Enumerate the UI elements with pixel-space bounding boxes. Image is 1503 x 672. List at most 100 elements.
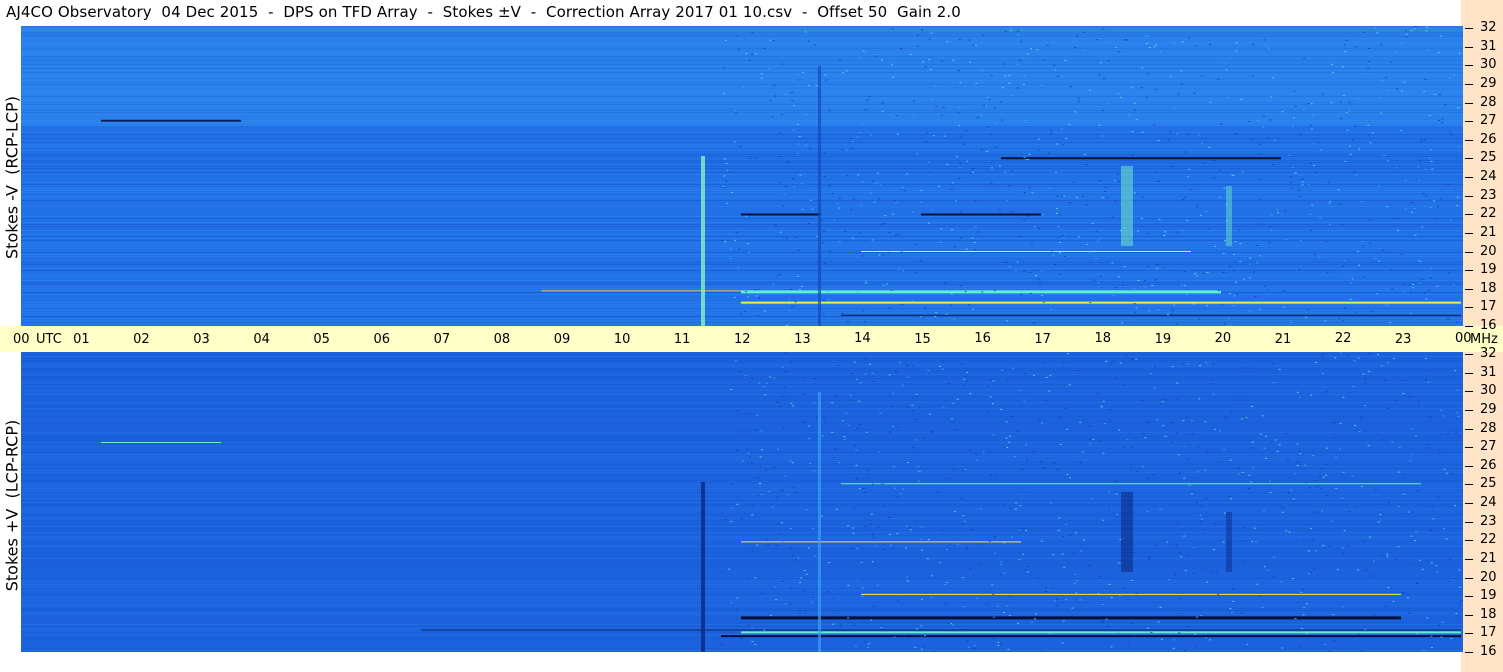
noise-speck — [1250, 405, 1253, 407]
noise-speck — [1042, 466, 1045, 468]
noise-speck — [1025, 529, 1028, 531]
noise-speck — [1054, 527, 1057, 529]
vertical-burst — [1226, 186, 1232, 246]
noise-speck — [1040, 422, 1043, 424]
noise-speck — [852, 198, 855, 200]
noise-speck — [1290, 489, 1293, 491]
noise-speck — [1048, 188, 1051, 190]
noise-speck — [1208, 228, 1211, 230]
spectrogram-band — [21, 182, 1463, 183]
noise-speck — [1332, 614, 1335, 616]
noise-speck — [1144, 437, 1147, 439]
noise-speck — [866, 474, 869, 476]
spectrogram-band — [21, 530, 1463, 531]
noise-speck — [824, 263, 827, 265]
noise-speck — [1036, 49, 1039, 51]
noise-speck — [1390, 269, 1393, 271]
noise-speck — [920, 526, 923, 528]
noise-speck — [1161, 425, 1164, 427]
y-tick-mark — [1465, 83, 1473, 85]
y-tick-mark — [1465, 214, 1473, 216]
noise-speck — [1180, 70, 1183, 72]
noise-speck — [1159, 51, 1162, 53]
noise-speck — [1088, 251, 1091, 253]
noise-speck — [1364, 382, 1367, 384]
noise-speck — [776, 274, 779, 276]
noise-speck — [980, 69, 983, 71]
noise-speck — [1169, 76, 1172, 78]
x-tick-label: 10 — [613, 332, 631, 347]
noise-speck — [1329, 545, 1332, 547]
spectrogram-band — [21, 472, 1463, 473]
spectrogram-band — [21, 612, 1463, 613]
noise-speck — [1212, 364, 1215, 366]
spectrogram-band — [21, 578, 1463, 579]
vertical-burst — [701, 156, 705, 326]
spectrogram-band — [21, 234, 1463, 235]
noise-speck — [1201, 142, 1204, 144]
y-tick-mark — [1465, 540, 1473, 542]
noise-speck — [1331, 63, 1334, 65]
noise-speck — [1434, 218, 1437, 220]
noise-speck — [1009, 596, 1012, 598]
spectrogram-band — [21, 386, 1463, 387]
noise-speck — [1098, 124, 1101, 126]
noise-speck — [1173, 304, 1176, 306]
spectrogram-band — [21, 132, 1463, 133]
noise-speck — [1176, 382, 1179, 384]
noise-speck — [1403, 493, 1406, 495]
noise-speck — [918, 406, 921, 408]
noise-speck — [847, 617, 850, 619]
noise-speck — [859, 56, 862, 58]
noise-speck — [888, 307, 891, 309]
noise-speck — [1332, 422, 1335, 424]
noise-speck — [1419, 159, 1422, 161]
noise-speck — [1127, 641, 1130, 643]
noise-speck — [794, 236, 797, 238]
noise-speck — [933, 651, 936, 652]
noise-speck — [852, 532, 855, 534]
noise-speck — [808, 425, 811, 427]
noise-speck — [1217, 78, 1220, 80]
noise-speck — [1438, 119, 1441, 121]
noise-speck — [1103, 190, 1106, 192]
y-tick-mark — [1465, 503, 1473, 504]
y-tick-label: 16 — [1480, 644, 1497, 659]
noise-speck — [856, 136, 859, 138]
noise-speck — [759, 483, 762, 485]
spectrogram-haze — [21, 26, 1463, 126]
noise-speck — [1311, 204, 1314, 206]
noise-speck — [1237, 473, 1240, 475]
noise-speck — [1105, 360, 1108, 362]
emission-streak — [841, 483, 1421, 485]
spectrogram-band — [21, 312, 1463, 313]
noise-speck — [1072, 181, 1075, 183]
noise-speck — [1367, 67, 1370, 69]
noise-speck — [920, 635, 923, 637]
noise-speck — [1074, 573, 1077, 575]
noise-speck — [1261, 606, 1264, 608]
noise-speck — [1299, 396, 1302, 398]
noise-speck — [1089, 302, 1092, 304]
noise-speck — [1115, 480, 1118, 482]
x-tick-label: 11 — [673, 332, 691, 347]
noise-speck — [1244, 540, 1247, 542]
noise-speck — [987, 126, 990, 128]
noise-speck — [1441, 122, 1444, 124]
noise-speck — [1141, 400, 1144, 402]
spectrogram-band — [21, 150, 1463, 151]
spectrogram-band — [21, 406, 1463, 407]
noise-speck — [897, 426, 900, 428]
noise-speck — [1010, 29, 1013, 31]
noise-speck — [1182, 445, 1185, 447]
y-tick-mark — [1465, 428, 1473, 430]
y-tick-label: 20 — [1480, 569, 1497, 585]
noise-speck — [965, 248, 968, 250]
noise-speck — [1006, 446, 1009, 448]
noise-speck — [1270, 229, 1273, 231]
noise-speck — [1382, 249, 1385, 251]
noise-speck — [780, 522, 783, 524]
noise-speck — [736, 410, 739, 412]
noise-speck — [1428, 115, 1431, 117]
noise-speck — [1456, 205, 1459, 207]
